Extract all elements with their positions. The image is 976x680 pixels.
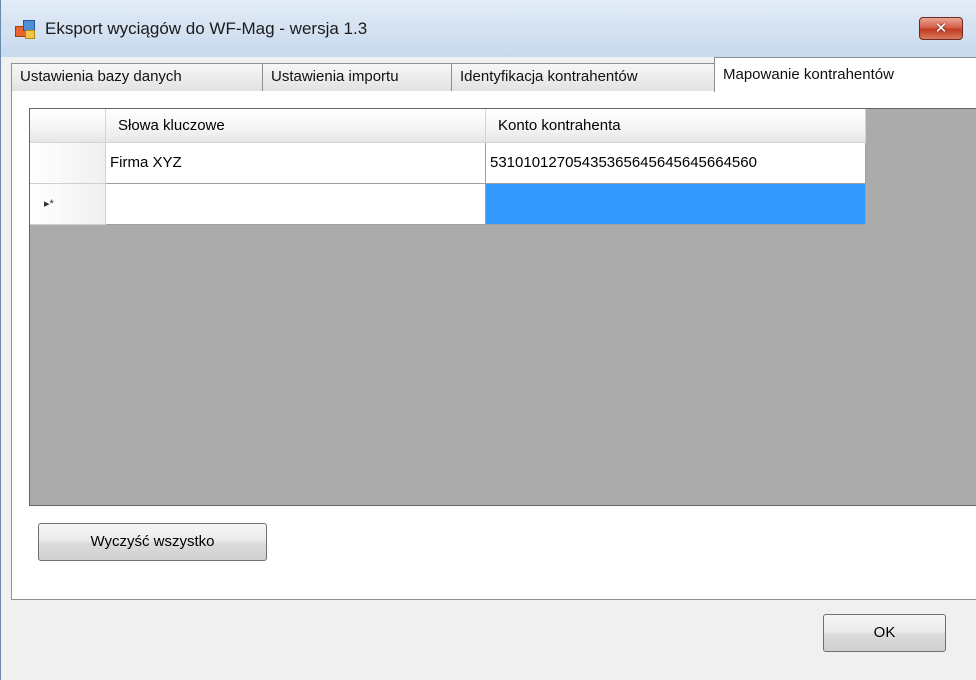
grid-cell-contractor-account-new[interactable] <box>486 184 866 225</box>
tab-database-settings[interactable]: Ustawienia bazy danych <box>11 63 263 91</box>
ok-button[interactable]: OK <box>823 614 946 652</box>
grid-cell-keywords-new[interactable] <box>106 184 486 225</box>
row-header[interactable] <box>30 143 106 184</box>
tab-contractor-mapping[interactable]: Mapowanie kontrahentów <box>714 57 976 92</box>
tab-import-settings[interactable]: Ustawienia importu <box>262 63 452 91</box>
grid-cell-keywords[interactable]: Firma XYZ <box>106 143 486 184</box>
mapping-grid[interactable]: Słowa kluczowe Konto kontrahenta Firma X… <box>29 108 976 506</box>
grid-cell-contractor-account[interactable]: 53101012705435365645645645664560 <box>486 143 866 184</box>
tab-strip: Ustawienia bazy danych Ustawienia import… <box>11 57 976 92</box>
grid-corner-header[interactable] <box>30 109 106 143</box>
column-header-keywords[interactable]: Słowa kluczowe <box>106 109 486 143</box>
window-title: Eksport wyciągów do WF-Mag - wersja 1.3 <box>45 19 368 38</box>
title-bar[interactable]: Eksport wyciągów do WF-Mag - wersja 1.3 … <box>1 0 976 57</box>
column-header-contractor-account[interactable]: Konto kontrahenta <box>486 109 866 143</box>
tab-contractor-identification[interactable]: Identyfikacja kontrahentów <box>451 63 715 91</box>
app-icon <box>15 20 35 39</box>
new-row-header[interactable]: ▸* <box>30 184 106 225</box>
close-button[interactable]: ✕ <box>919 17 963 40</box>
clear-all-button[interactable]: Wyczyść wszystko <box>38 523 267 561</box>
main-window: Eksport wyciągów do WF-Mag - wersja 1.3 … <box>0 0 976 680</box>
